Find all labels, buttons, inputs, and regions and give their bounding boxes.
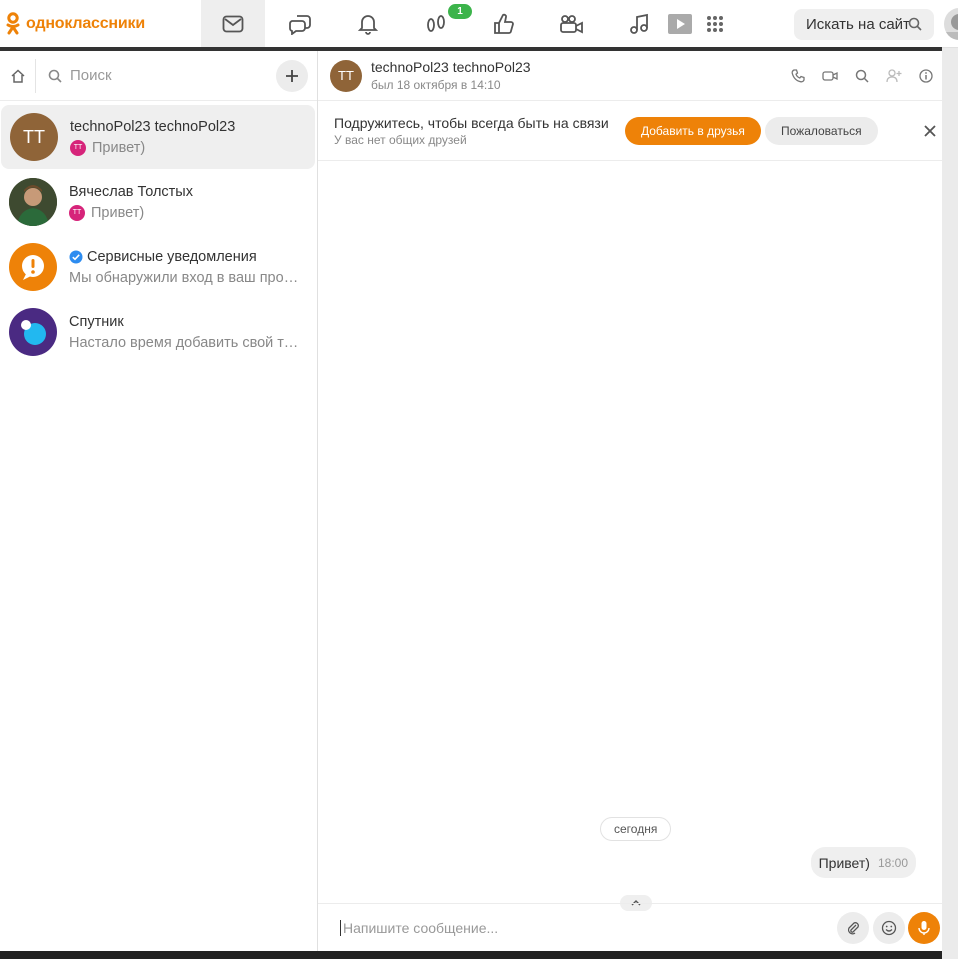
chat-preview: Мы обнаружили вход в ваш профиль [69, 269, 305, 286]
avatar [9, 178, 57, 226]
close-icon[interactable] [924, 121, 936, 142]
date-separator: сегодня [600, 817, 672, 841]
brand-name: одноклассники [26, 15, 145, 32]
grid-icon [707, 16, 723, 32]
paperclip-icon [847, 922, 859, 935]
video-camera-icon [560, 15, 583, 34]
chat-preview: Привет) [91, 204, 145, 221]
chat-name: Сервисные уведомления [87, 248, 257, 265]
info-button[interactable] [910, 69, 942, 83]
search-icon[interactable] [908, 17, 922, 35]
search-icon [855, 69, 869, 83]
page-gutter [942, 51, 958, 951]
avatar [9, 243, 57, 291]
ok-logo-icon [6, 12, 20, 35]
chat-preview: Настало время добавить свой текст [69, 334, 305, 351]
add-friend-button[interactable]: Добавить в друзья [625, 117, 761, 145]
message-input[interactable]: Напишите сообщение... [340, 919, 498, 936]
conversation-avatar[interactable]: TT [330, 59, 362, 92]
verified-icon [69, 250, 83, 263]
avatar [9, 308, 57, 356]
chat-list-header: Поиск [0, 51, 317, 101]
add-friend-icon-button[interactable] [878, 69, 910, 83]
play-icon [668, 14, 692, 34]
guests-badge: 1 [448, 4, 472, 19]
message-text: Привет) [818, 854, 870, 871]
chat-search-input[interactable]: Поиск [36, 67, 317, 84]
top-bar: одноклассники 1 Искать на сайт [0, 0, 958, 48]
message-composer[interactable]: Напишите сообщение... [318, 903, 942, 951]
call-button[interactable] [782, 69, 814, 83]
report-button[interactable]: Пожаловаться [765, 117, 878, 145]
envelope-icon [222, 15, 244, 33]
avatar: TT [10, 113, 58, 161]
alert-bubble-icon [22, 255, 44, 280]
brand-logo[interactable]: одноклассники [6, 12, 145, 36]
music-note-icon [630, 13, 648, 34]
friend-suggestion-bar: Подружитесь, чтобы всегда быть на связи … [318, 101, 942, 161]
voice-message-button[interactable] [908, 912, 940, 944]
attach-button[interactable] [837, 912, 869, 944]
nav-events[interactable] [472, 0, 536, 48]
home-button[interactable] [0, 58, 36, 93]
site-search-placeholder: Искать на сайт [806, 16, 910, 33]
chat-preview: Привет) [92, 139, 146, 156]
thumbs-up-icon [494, 13, 514, 34]
user-avatar[interactable] [944, 8, 958, 40]
nav-video[interactable] [540, 0, 604, 48]
chat-search-placeholder: Поиск [70, 67, 112, 84]
last-seen-status: был 18 октября в 14:10 [371, 78, 501, 92]
new-chat-button[interactable] [276, 60, 308, 92]
chat-list-panel: Поиск TT technoPol23 technoPol23 TT Прив… [0, 51, 318, 951]
conversation-panel: TT technoPol23 technoPol23 был 18 октябр… [318, 51, 942, 951]
microphone-icon [918, 921, 930, 935]
chat-name: Вячеслав Толстых [69, 183, 193, 200]
chat-item[interactable]: Сервисные уведомления Мы обнаружили вход… [0, 235, 314, 299]
conversation-header: TT technoPol23 technoPol23 был 18 октябр… [318, 51, 942, 101]
emoji-button[interactable] [873, 912, 905, 944]
message-time: 18:00 [877, 855, 908, 870]
phone-icon [791, 69, 805, 83]
nav-apps[interactable] [690, 0, 740, 48]
sender-badge: TT [70, 139, 86, 156]
chat-name: Спутник [69, 313, 124, 330]
chat-bubbles-icon [289, 15, 311, 35]
friend-prompt-title: Подружитесь, чтобы всегда быть на связи [334, 114, 609, 131]
sputnik-logo-icon [21, 320, 46, 345]
home-icon [10, 68, 25, 83]
chat-item[interactable]: Вячеслав Толстых TT Привет) [0, 170, 314, 234]
message-bubble[interactable]: Привет) 18:00 [810, 847, 916, 878]
video-call-button[interactable] [814, 70, 846, 82]
nav-messages[interactable] [201, 0, 265, 48]
bell-icon [358, 15, 378, 35]
info-icon [919, 69, 933, 83]
plus-icon [286, 70, 298, 82]
chat-item[interactable]: Спутник Настало время добавить свой текс… [0, 300, 314, 364]
footprints-icon [427, 15, 445, 32]
nav-notifications[interactable] [336, 0, 400, 48]
conversation-title[interactable]: technoPol23 technoPol23 [371, 59, 531, 75]
search-icon [48, 69, 62, 83]
nav-discussions[interactable] [268, 0, 332, 48]
chat-item[interactable]: TT technoPol23 technoPol23 TT Привет) [1, 105, 315, 169]
site-search-input[interactable]: Искать на сайт [794, 9, 934, 40]
search-in-chat-button[interactable] [846, 69, 878, 83]
page-bottom-edge [0, 951, 942, 959]
video-camera-icon [822, 71, 838, 81]
chat-name: technoPol23 technoPol23 [70, 118, 236, 135]
sender-badge: TT [69, 204, 85, 221]
add-user-icon [886, 69, 902, 83]
smiley-icon [881, 920, 897, 936]
friend-prompt-subtitle: У вас нет общих друзей [334, 132, 467, 147]
